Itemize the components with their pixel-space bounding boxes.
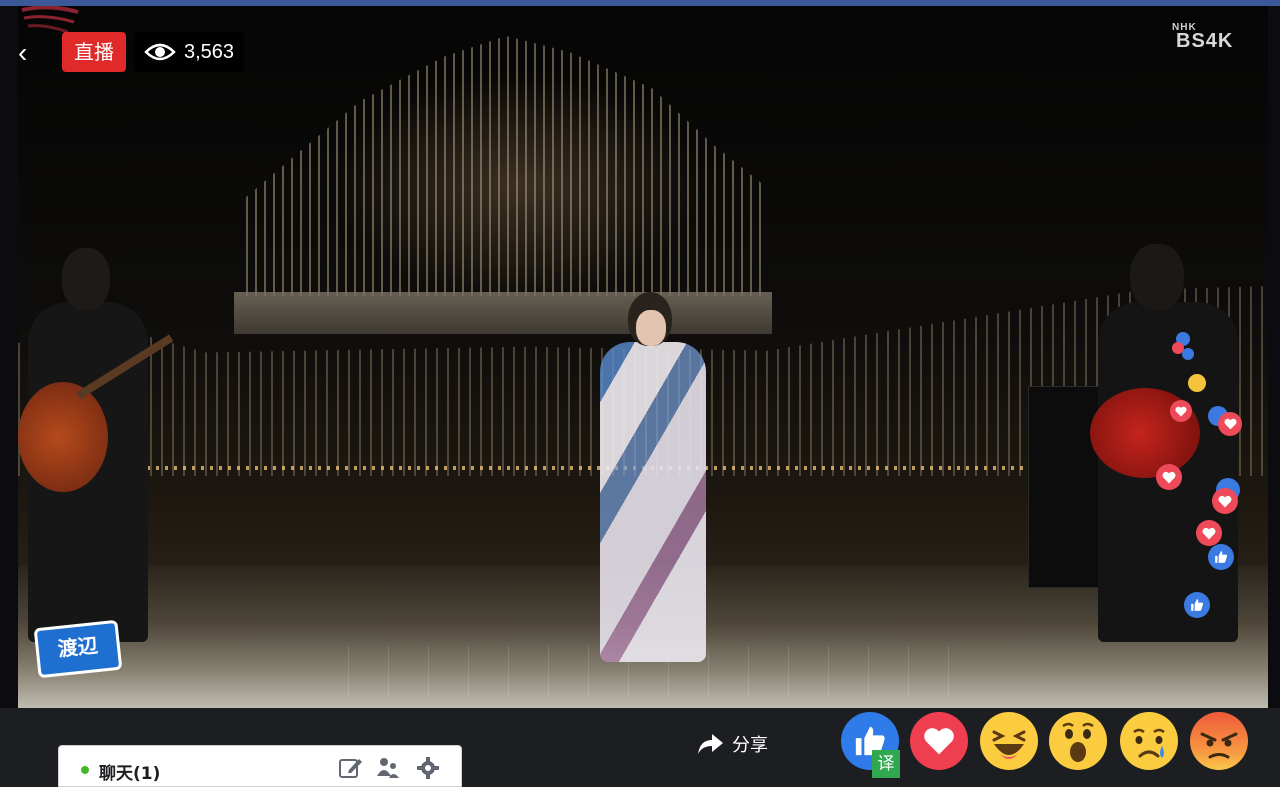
guitarist-right	[1078, 238, 1268, 668]
floating-like-icon	[1184, 592, 1210, 618]
angry-face-icon	[1200, 732, 1238, 759]
reaction-haha-button[interactable]	[980, 712, 1038, 770]
floating-love-icon	[1196, 520, 1222, 546]
eye-icon	[144, 43, 176, 61]
translate-badge[interactable]: 译	[872, 750, 900, 778]
share-button[interactable]: 分享	[696, 728, 768, 760]
floating-like-icon	[1182, 348, 1194, 360]
stage-light-row	[138, 466, 1038, 470]
reaction-wow-button[interactable]	[1049, 712, 1107, 770]
left-edge	[0, 6, 18, 708]
broadcaster-channel: BS4K	[1176, 30, 1234, 52]
share-label: 分享	[732, 735, 768, 756]
reaction-angry-button[interactable]	[1190, 712, 1248, 770]
sad-face-icon	[1133, 728, 1165, 758]
chat-panel-header[interactable]: 聊天(1)	[58, 745, 462, 787]
stage-pipe-sculpture	[246, 36, 766, 296]
floating-love-icon	[1212, 488, 1238, 514]
chat-label: 聊天(1)	[99, 764, 161, 784]
viewer-count-value: 3,563	[184, 41, 235, 63]
heart-icon	[924, 728, 954, 755]
reaction-love-button[interactable]	[910, 712, 968, 770]
share-arrow-icon	[698, 734, 723, 754]
floating-haha-icon	[1188, 374, 1206, 392]
viewer-count: 3,563	[134, 32, 245, 72]
watermark-badge: 渡辺	[33, 619, 123, 679]
singer	[598, 292, 708, 662]
compose-icon[interactable]	[337, 756, 363, 780]
back-chevron-icon[interactable]: ‹	[18, 38, 38, 68]
acoustic-guitar	[18, 382, 108, 492]
online-status-dot	[81, 766, 89, 774]
reaction-sad-button[interactable]	[1120, 712, 1178, 770]
floating-love-icon	[1218, 412, 1242, 436]
right-edge	[1268, 6, 1280, 708]
live-badge: 直播	[62, 32, 126, 72]
gear-icon[interactable]	[415, 756, 441, 780]
group-users-icon[interactable]	[375, 756, 401, 780]
live-video-player[interactable]	[18, 6, 1268, 708]
floating-love-icon	[1170, 400, 1192, 422]
floating-like-icon	[1208, 544, 1234, 570]
guitarist-left	[18, 242, 174, 662]
laughing-face-icon	[992, 730, 1026, 759]
floating-love-icon	[1156, 464, 1182, 490]
surprised-face-icon	[1062, 722, 1094, 762]
